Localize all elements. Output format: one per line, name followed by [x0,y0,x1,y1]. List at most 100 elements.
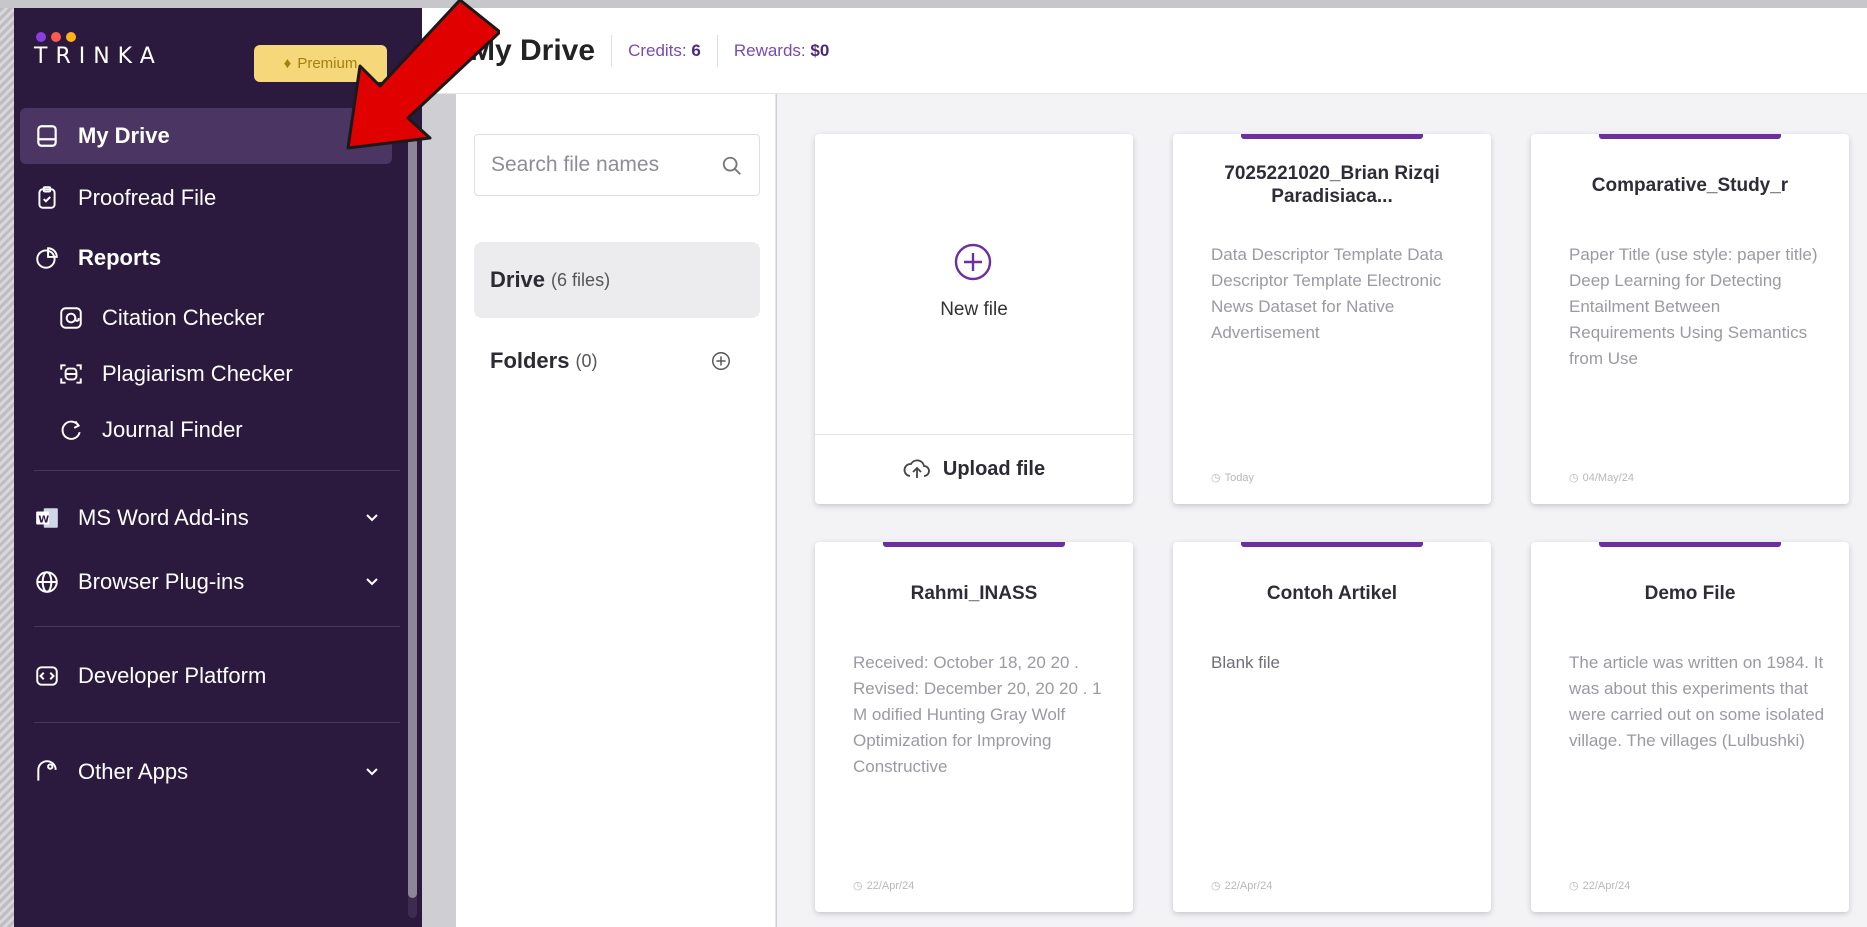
clock-icon: ◷ [1569,880,1579,892]
sidebar-item-label: Reports [78,245,162,270]
file-preview: Data Descriptor Template Data Descriptor… [1211,245,1444,342]
file-card[interactable]: Rahmi_INASS Received: October 18, 20 20 … [815,542,1133,912]
annotation-arrow-icon [346,0,500,150]
sidebar-item-label: Developer Platform [78,663,267,688]
sidebar-item-reports[interactable]: Reports [20,230,392,286]
header-divider [716,34,718,67]
file-date-text: Today [1224,471,1254,484]
sidebar-item-journal-finder[interactable]: Journal Finder [44,402,394,458]
plagiarism-icon [58,361,84,387]
sidebar-item-ms-word-addins[interactable]: W MS Word Add-ins [20,490,392,546]
file-title: Demo File [1644,583,1736,604]
brand-logo[interactable]: TRINKA [34,32,214,92]
folders-count: (0) [575,350,598,371]
file-title: 7025221020_Brian Rizqi Paradisiaca... [1224,163,1440,207]
new-file-card[interactable]: New file Upload file [815,134,1133,504]
code-icon [34,663,60,689]
globe-icon [34,569,60,595]
file-date-text: 22/Apr/24 [1582,879,1631,892]
card-accent-bar [1241,542,1423,547]
add-file-icon[interactable] [953,242,993,282]
drive-filter[interactable]: Drive (6 files) [474,242,760,318]
add-folder-icon[interactable] [710,350,732,372]
sidebar-item-proofread-file[interactable]: Proofread File [20,170,392,226]
cloud-upload-icon [903,459,930,478]
card-accent-bar [1599,134,1781,139]
file-preview: Blank file [1211,653,1280,672]
chevron-down-icon[interactable] [364,764,380,780]
clock-icon: ◷ [1211,880,1221,892]
drive-icon [34,123,60,149]
file-preview: Received: October 18, 20 20 . Revised: D… [853,653,1102,776]
sidebar-scrollbar-thumb[interactable] [408,138,417,898]
sidebar-item-label: Proofread File [78,185,217,210]
card-accent-bar [883,542,1065,547]
file-title: Comparative_Study_r [1591,175,1789,196]
sidebar-item-label: Plagiarism Checker [102,361,293,386]
card-accent-bar [1241,134,1423,139]
sidebar-item-label: My Drive [78,123,170,148]
file-preview: Paper Title (use style: paper title) Dee… [1569,245,1818,368]
credits-label: Credits: [628,40,687,60]
search-input[interactable]: Search file names [474,134,760,196]
sidebar-item-other-apps[interactable]: Other Apps [20,744,392,800]
drive-count: (6 files) [551,269,611,290]
sidebar-item-citation-checker[interactable]: Citation Checker [44,290,394,346]
file-panel: Search file names Drive (6 files) Folder… [456,94,776,927]
clock-icon: ◷ [1569,472,1579,484]
upload-file-button[interactable]: Upload file [815,434,1133,504]
clipboard-check-icon [34,185,60,211]
file-date: ◷ 22/Apr/24 [1211,879,1272,893]
diamond-icon: ♦ [283,55,292,72]
file-card[interactable]: 7025221020_Brian Rizqi Paradisiaca... Da… [1173,134,1491,504]
rewards-stat: Rewards: $0 [734,41,829,61]
credits-value: 6 [691,40,701,60]
credits-stat: Credits: 6 [628,41,701,61]
svg-text:W: W [38,514,49,525]
search-icon[interactable] [721,155,743,177]
citation-icon [58,305,84,331]
top-header: My Drive Credits: 6 Rewards: $0 [422,8,1867,94]
brand-name: TRINKA [34,44,163,69]
file-date-text: 04/May/24 [1582,471,1634,484]
sidebar-item-developer-platform[interactable]: Developer Platform [20,648,392,704]
file-date: ◷ Today [1211,471,1254,485]
background-top [0,0,1867,8]
file-title: Rahmi_INASS [910,583,1038,604]
sidebar-item-label: Other Apps [78,759,189,784]
drive-label: Drive [490,267,546,292]
sidebar-item-plagiarism-checker[interactable]: Plagiarism Checker [44,346,394,402]
folders-filter[interactable]: Folders (0) [474,326,760,396]
file-date-text: 22/Apr/24 [866,879,915,892]
upload-file-label: Upload file [942,457,1046,480]
file-date: ◷ 04/May/24 [1569,471,1634,485]
sidebar-item-label: Journal Finder [102,417,243,442]
clock-icon: ◷ [1211,472,1221,484]
chevron-down-icon[interactable] [364,574,380,590]
ms-word-icon: W [34,505,60,531]
sidebar-item-label: Browser Plug-ins [78,569,245,594]
journal-finder-icon [58,417,84,443]
file-card[interactable]: Demo File The article was written on 198… [1531,542,1849,912]
rewards-label: Rewards: [733,40,806,60]
card-accent-bar [1599,542,1781,547]
file-title: Contoh Artikel [1266,583,1398,604]
folders-label: Folders [490,348,570,373]
sidebar-item-browser-plugins[interactable]: Browser Plug-ins [20,554,392,610]
rewards-value: $0 [810,40,830,60]
other-apps-icon [34,759,60,785]
chevron-down-icon[interactable] [364,510,380,526]
file-card[interactable]: Contoh Artikel Blank file ◷ 22/Apr/24 [1173,542,1491,912]
file-date: ◷ 22/Apr/24 [853,879,915,893]
logo-dots-icon [36,32,214,42]
sidebar-divider [34,470,400,471]
sidebar-item-label: MS Word Add-ins [78,505,249,530]
new-file-label: New file [940,299,1008,320]
file-date: ◷ 22/Apr/24 [1569,879,1631,893]
header-divider [611,34,613,67]
reports-icon [34,245,60,271]
sidebar-divider [34,722,400,723]
search-placeholder: Search file names [491,153,660,176]
sidebar-divider [34,626,400,627]
file-card[interactable]: Comparative_Study_r Paper Title (use sty… [1531,134,1849,504]
